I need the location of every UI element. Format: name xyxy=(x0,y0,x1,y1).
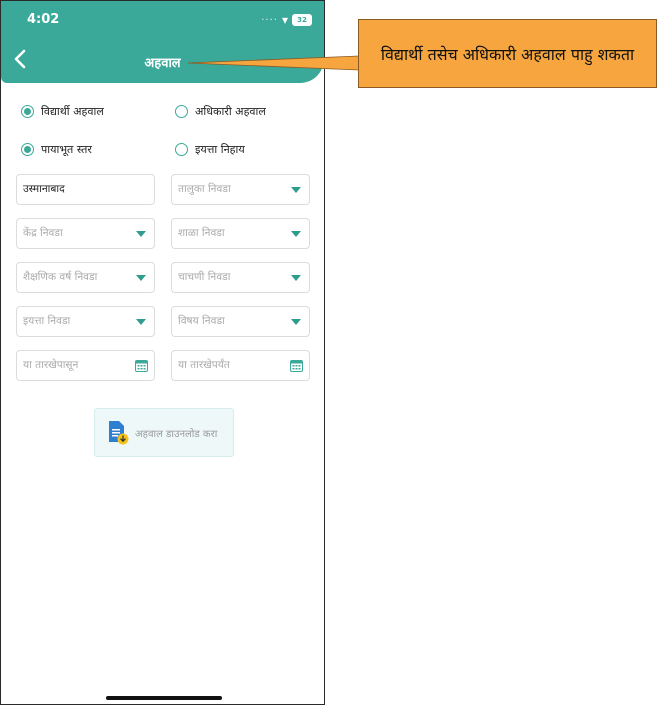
callout-text: विद्यार्थी तसेच अधिकारी अहवाल पाहु शकता xyxy=(380,44,635,64)
callout-pointer xyxy=(187,55,360,71)
annotation-callout: विद्यार्थी तसेच अधिकारी अहवाल पाहु शकता xyxy=(358,19,657,88)
